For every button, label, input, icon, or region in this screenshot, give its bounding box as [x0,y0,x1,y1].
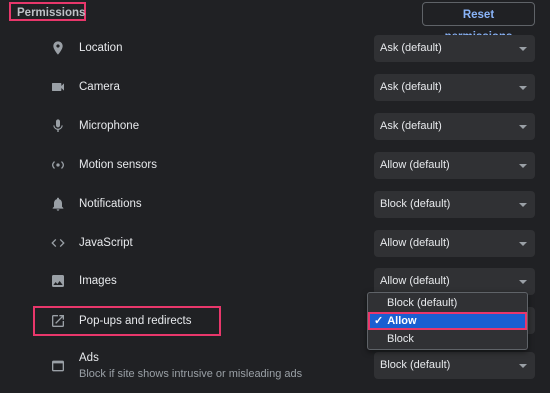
permission-row-motion-sensors: Motion sensors Allow (default) [0,146,550,184]
permission-label: Camera [79,81,120,93]
microphone-select[interactable]: Ask (default) [374,113,535,140]
camera-icon [49,78,67,96]
motion-sensors-icon [49,156,67,174]
javascript-select[interactable]: Allow (default) [374,230,535,257]
dropdown-arrow-icon [519,364,527,368]
permission-label: Location [79,42,123,54]
select-value: Block (default) [380,359,451,371]
open-in-new-icon [49,312,67,330]
permission-label: Motion sensors [79,159,157,171]
permission-label: Ads [79,352,99,364]
select-value: Block (default) [380,198,451,210]
dropdown-option-allow[interactable]: ✓ Allow [368,312,527,330]
dropdown-option-block[interactable]: Block [368,330,527,348]
permission-row-microphone: Microphone Ask (default) [0,107,550,145]
dropdown-option-block-default[interactable]: Block (default) [368,294,527,312]
option-label: Allow [387,315,417,327]
ads-window-icon [49,357,67,375]
motion-sensors-select[interactable]: Allow (default) [374,152,535,179]
permission-row-camera: Camera Ask (default) [0,68,550,106]
permission-row-notifications: Notifications Block (default) [0,185,550,223]
dropdown-arrow-icon [519,280,527,284]
permission-row-javascript: JavaScript Allow (default) [0,224,550,262]
select-value: Allow (default) [380,159,450,171]
dropdown-arrow-icon [519,164,527,168]
permission-label: JavaScript [79,237,133,249]
dropdown-arrow-icon [519,203,527,207]
permission-label: Images [79,275,117,287]
select-value: Allow (default) [380,237,450,249]
popups-select[interactable] [528,307,535,334]
select-value: Ask (default) [380,81,442,93]
select-value: Allow (default) [380,275,450,287]
notifications-select[interactable]: Block (default) [374,191,535,218]
permissions-title: Permissions [9,2,86,21]
image-icon [49,272,67,290]
dropdown-arrow-icon [519,125,527,129]
images-select[interactable]: Allow (default) [374,268,535,295]
location-pin-icon [49,39,67,57]
permissions-header: Permissions Reset permissions [0,0,550,43]
dropdown-arrow-icon [519,242,527,246]
code-brackets-icon [49,234,67,252]
popups-dropdown-menu: Block (default) ✓ Allow Block [367,292,528,350]
permission-row-ads: Ads Block if site shows intrusive or mis… [0,346,550,392]
bell-icon [49,195,67,213]
permission-label: Notifications [79,198,142,210]
microphone-icon [49,117,67,135]
permission-row-location: Location Ask (default) [0,29,550,67]
dropdown-arrow-icon [519,86,527,90]
dropdown-arrow-icon [519,47,527,51]
permission-label: Microphone [79,120,140,132]
camera-select[interactable]: Ask (default) [374,74,535,101]
select-value: Ask (default) [380,42,442,54]
permission-label: Pop-ups and redirects [79,315,192,327]
checkmark-icon: ✓ [374,315,384,327]
reset-permissions-button[interactable]: Reset permissions [422,2,535,43]
select-value: Ask (default) [380,120,442,132]
ads-select[interactable]: Block (default) [374,352,535,379]
location-select[interactable]: Ask (default) [374,35,535,62]
permission-sublabel: Block if site shows intrusive or mislead… [79,368,303,380]
